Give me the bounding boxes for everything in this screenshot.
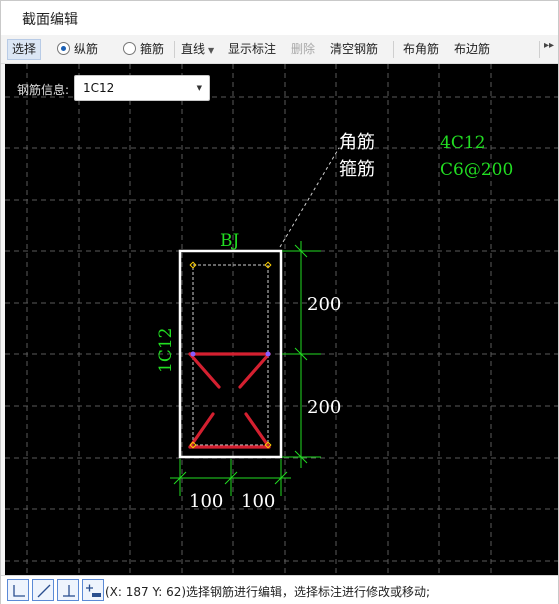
line-mode-label: 直线 xyxy=(181,42,206,56)
side-rebar-button[interactable]: 布边筋 xyxy=(454,39,490,60)
stirrup-value[interactable]: C6@200 xyxy=(440,160,513,180)
toolbar-divider xyxy=(539,41,540,58)
side-rebar-point-left[interactable] xyxy=(190,351,196,357)
section-drawing: 角筋 4C12 箍筋 C6@200 BJ 1C12 200 200 100 10… xyxy=(5,64,558,575)
rebar-info-label: 钢筋信息: xyxy=(17,83,70,97)
drawing-canvas[interactable]: 角筋 4C12 箍筋 C6@200 BJ 1C12 200 200 100 10… xyxy=(5,64,558,575)
side-rebar-point-right[interactable] xyxy=(265,351,271,357)
add-line-icon xyxy=(86,584,101,597)
dim-bottom-right[interactable]: 100 xyxy=(241,491,275,512)
longitudinal-label: 纵筋 xyxy=(74,42,99,56)
dim-right-upper[interactable]: 200 xyxy=(307,294,341,315)
toolbar-divider xyxy=(174,41,175,58)
dimension-right[interactable] xyxy=(282,241,321,468)
orthogonal-button[interactable] xyxy=(7,579,29,601)
title-bar: 截面编辑 xyxy=(1,1,558,35)
show-annotation-button[interactable]: 显示标注 xyxy=(228,39,276,60)
clear-rebar-button[interactable]: 清空钢筋 xyxy=(330,39,378,60)
add-line-button[interactable] xyxy=(82,579,104,601)
dim-right-lower[interactable]: 200 xyxy=(307,397,341,418)
side-rebar-label[interactable]: 1C12 xyxy=(156,328,176,373)
corner-rebar-button[interactable]: 布角筋 xyxy=(403,39,439,60)
section-editor-window: 截面编辑 选择 纵筋 箍筋 直线 ▼ 显示标注 删除 清空钢筋 布角筋 布边筋 ▸… xyxy=(0,0,559,604)
chevron-down-icon: ▼ xyxy=(208,46,215,55)
stirrup-hook-tl xyxy=(188,352,221,389)
window-title: 截面编辑 xyxy=(22,12,78,28)
stirrup-hook-br xyxy=(244,412,271,449)
rebar-info-value: 1C12 xyxy=(83,81,115,95)
slope-line-button[interactable] xyxy=(32,579,54,601)
section-name-label[interactable]: BJ xyxy=(220,231,239,251)
corner-rebar-value[interactable]: 4C12 xyxy=(440,133,485,153)
toolbar: 选择 纵筋 箍筋 直线 ▼ 显示标注 删除 清空钢筋 布角筋 布边筋 ▸▸ xyxy=(1,35,558,64)
chevron-down-icon: ▼ xyxy=(196,84,202,92)
dim-bottom-left[interactable]: 100 xyxy=(189,491,223,512)
stirrup-hook-tr xyxy=(238,352,271,389)
leader-line xyxy=(279,147,340,248)
status-message: (X: 187 Y: 62)选择钢筋进行编辑，选择标注进行修改或移动; xyxy=(105,585,431,599)
corner-rebar-label[interactable]: 角筋 xyxy=(339,132,375,153)
radio-unchecked-icon xyxy=(123,42,136,55)
slope-line-icon xyxy=(37,584,51,598)
stirrup-rebar[interactable] xyxy=(188,352,271,449)
toolbar-divider xyxy=(393,41,394,58)
perpendicular-icon xyxy=(63,585,75,597)
rebar-info-select[interactable]: 1C12 ▼ xyxy=(74,75,210,101)
stirrup-label[interactable]: 箍筋 xyxy=(339,159,375,180)
radio-checked-icon xyxy=(57,42,70,55)
select-button[interactable]: 选择 xyxy=(7,39,42,60)
perpendicular-button[interactable] xyxy=(57,579,79,601)
stirrup-label: 箍筋 xyxy=(140,42,165,56)
line-mode-dropdown[interactable]: 直线 ▼ xyxy=(181,39,214,60)
delete-button[interactable]: 删除 xyxy=(291,39,315,60)
toolbar-overflow-icon[interactable]: ▸▸ xyxy=(544,40,554,51)
status-bar: (X: 187 Y: 62)选择钢筋进行编辑，选择标注进行修改或移动; xyxy=(1,575,558,604)
orthogonal-icon xyxy=(13,585,25,597)
